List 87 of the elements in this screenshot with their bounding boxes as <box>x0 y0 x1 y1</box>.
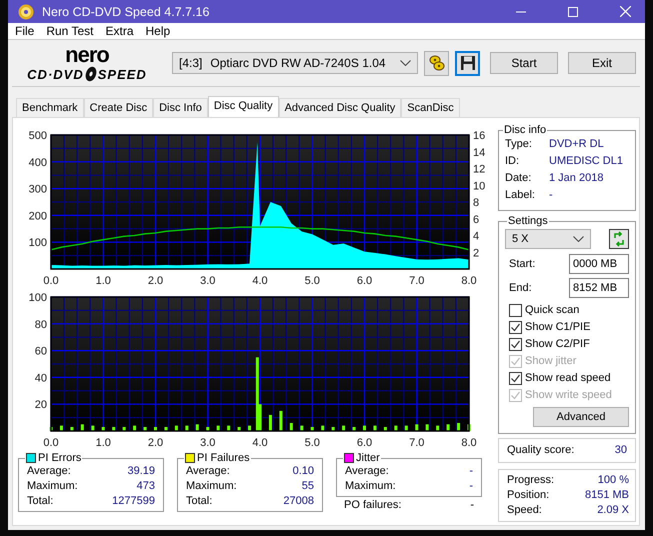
axis-label: 1.0 <box>96 437 111 448</box>
axis-label: 0.0 <box>43 275 59 286</box>
group-title: PI Failures <box>197 452 250 464</box>
checkbox-label: Show read speed <box>525 371 611 386</box>
axis-label: 4 <box>473 230 480 242</box>
checkbox-label: Show jitter <box>525 354 576 369</box>
axis-label: 7.0 <box>409 275 424 286</box>
axis-label: 8.0 <box>461 437 477 448</box>
stat-value: 27008 <box>283 494 314 509</box>
group-title: Jitter <box>356 452 380 464</box>
axis-label: 300 <box>28 184 47 196</box>
axis-label: 6 <box>473 214 480 226</box>
info-value: 1 Jan 2018 <box>549 171 604 186</box>
axis-label: 5.0 <box>304 437 320 448</box>
axis-label: 0.0 <box>43 437 59 448</box>
stat-label: Maximum: <box>186 479 237 494</box>
info-label: Date: <box>505 171 532 186</box>
axis-label: 8.0 <box>461 275 477 286</box>
axis-label: 100 <box>28 292 47 304</box>
axis-label: 40 <box>34 372 47 384</box>
stat-label: Total: <box>186 494 212 509</box>
axis-label: 100 <box>28 237 47 250</box>
axis-label: 4.0 <box>252 275 268 286</box>
info-label: Label: <box>505 188 536 203</box>
axis-label: 1.0 <box>96 275 111 286</box>
stat-value: 1277599 <box>112 494 155 509</box>
axis-label: 20 <box>34 399 47 412</box>
stat-label: Average: <box>186 464 230 479</box>
group-title: Settings <box>508 215 548 227</box>
axis-label: 2 <box>473 247 480 260</box>
axis-label: 8 <box>473 197 480 209</box>
axis-label: 2.0 <box>148 437 164 448</box>
field-label: Start: <box>509 258 536 270</box>
stat-value: - <box>469 479 473 494</box>
quality-value: 30 <box>614 443 627 458</box>
progress-value: 2.09 X <box>597 503 629 518</box>
info-value: UMEDISC DL1 <box>549 154 623 169</box>
axis-label: 7.0 <box>409 437 424 448</box>
window-title: Nero CD-DVD Speed 4.7.7.16 <box>42 4 210 19</box>
logo-text: nero <box>65 44 109 66</box>
group-title: Disc info <box>504 124 546 136</box>
field-label: End: <box>509 282 532 294</box>
progress-label: Speed: <box>507 503 542 518</box>
info-label: Type: <box>505 137 533 152</box>
axis-label: 10 <box>473 180 486 192</box>
axis-label: 16 <box>473 130 486 142</box>
info-label: ID: <box>505 154 520 169</box>
stat-value: 55 <box>302 479 314 494</box>
logo-text: CD·DVD <box>27 68 84 80</box>
axis-label: 6.0 <box>356 437 372 448</box>
axis-label: 80 <box>34 318 47 331</box>
progress-label: Progress: <box>507 473 554 488</box>
group-title: PI Errors <box>38 452 82 464</box>
stat-value: 473 <box>136 479 155 494</box>
stat-value: 39.19 <box>127 464 155 479</box>
stat-value: 0.10 <box>292 464 314 479</box>
stat-value: - <box>470 498 474 513</box>
axis-label: 3.0 <box>200 437 216 448</box>
checkbox-label: Show C2/PIF <box>525 337 590 352</box>
axis-label: 3.0 <box>200 275 216 286</box>
checkbox-label: Show C1/PIE <box>525 320 590 335</box>
quality-label: Quality score: <box>507 443 574 458</box>
axis-label: 2.0 <box>148 275 164 286</box>
axis-label: 5.0 <box>304 275 320 286</box>
progress-value: 8151 MB <box>584 488 629 503</box>
axis-label: 4.0 <box>252 437 268 448</box>
checkbox-label: Show write speed <box>525 388 612 403</box>
info-value: - <box>549 188 553 203</box>
stat-label: Total: <box>27 494 54 509</box>
checkbox-label: Quick scan <box>525 303 580 318</box>
stat-label: Average: <box>27 464 71 479</box>
stat-label: Maximum: <box>345 479 396 494</box>
info-value: DVD+R DL <box>549 137 604 152</box>
axis-label: 200 <box>28 210 47 222</box>
progress-value: 100 % <box>598 473 629 488</box>
axis-label: 12 <box>473 164 486 176</box>
stat-label: Average: <box>345 464 389 479</box>
axis-label: 400 <box>28 156 47 169</box>
axis-label: 14 <box>473 146 486 159</box>
logo-text: SPEED <box>98 68 147 80</box>
axis-label: 60 <box>34 346 47 358</box>
stat-label: Maximum: <box>27 479 78 494</box>
progress-label: Position: <box>507 488 550 503</box>
stat-label: PO failures: <box>344 498 402 513</box>
axis-label: 6.0 <box>356 275 372 286</box>
axis-label: 500 <box>28 130 47 142</box>
stat-value: - <box>469 464 473 479</box>
